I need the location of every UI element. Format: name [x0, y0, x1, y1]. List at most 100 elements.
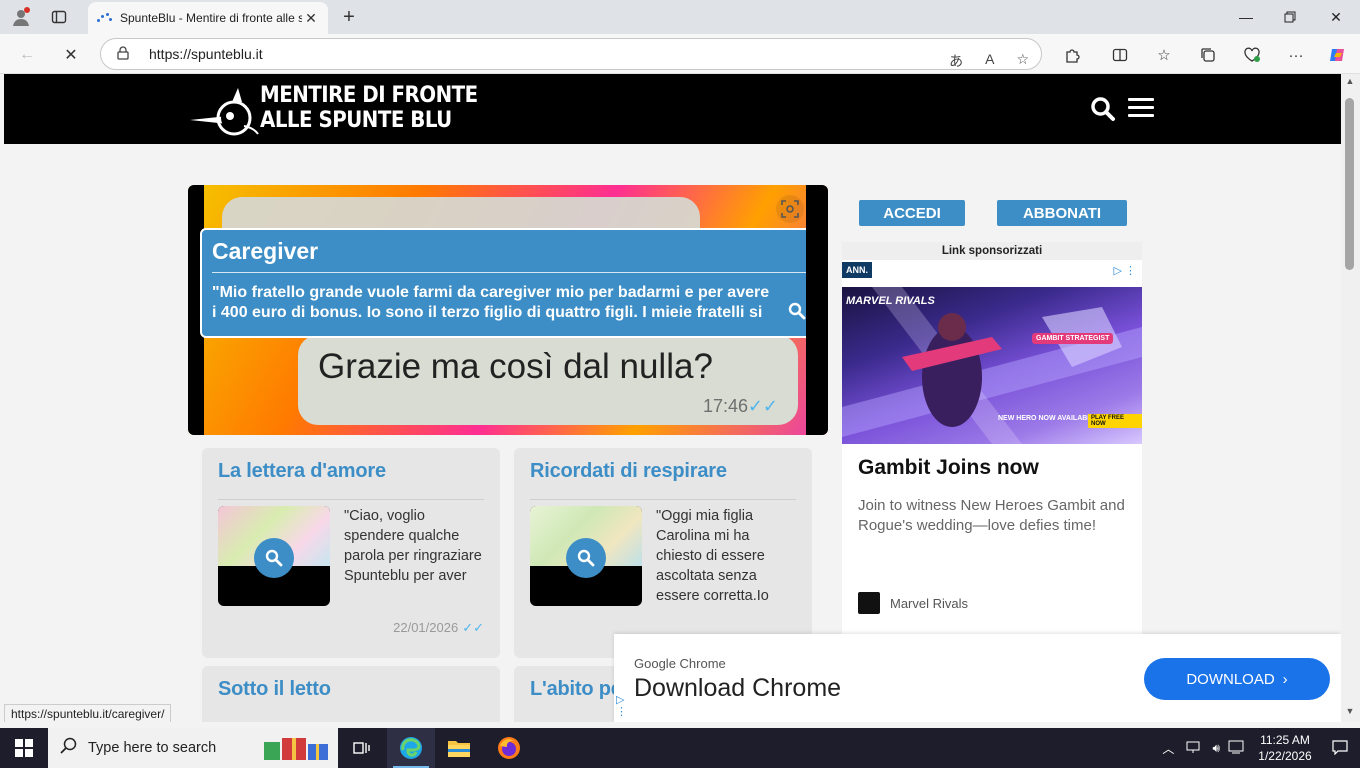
hamburger-menu-icon[interactable]: [1128, 98, 1154, 118]
search-highlight-gifts-icon: [262, 734, 332, 766]
settings-more-icon[interactable]: ···: [1284, 43, 1308, 67]
search-placeholder: Type here to search: [88, 740, 217, 756]
card-title[interactable]: Ricordati di respirare: [530, 460, 796, 500]
clock-time: 11:25 AM: [1260, 733, 1310, 747]
ad-badge: ANN.: [842, 262, 872, 278]
subscribe-button[interactable]: ABBONATI: [997, 200, 1127, 226]
blue-ticks-icon: ✓✓: [747, 396, 778, 416]
promo-title[interactable]: Download Chrome: [634, 674, 841, 703]
chat-time: 17:46: [702, 396, 748, 416]
ad-image[interactable]: MARVEL RIVALS GAMBIT STRATEGIST NEW HERO…: [842, 287, 1142, 444]
taskbar-search-input[interactable]: Type here to search: [48, 728, 338, 768]
ad-description: Join to witness New Heroes Gambit and Ro…: [858, 497, 1125, 534]
chat-bubble-main: Grazie ma così dal nulla? 17:46 ✓✓: [298, 335, 798, 425]
tab-spunteblu[interactable]: SpunteBlu - Mentire di fronte alle spunt…: [88, 2, 328, 34]
tab-title: SpunteBlu - Mentire di fronte alle spunt…: [120, 11, 302, 25]
logo-line-2: ALLE SPUNTE BLU: [260, 108, 452, 133]
ad-headline[interactable]: Gambit Joins now: [858, 456, 1039, 480]
extensions-icon[interactable]: [1060, 43, 1084, 67]
marvel-rivals-logo-icon: [858, 592, 880, 614]
hero-search-icon[interactable]: [788, 302, 806, 320]
ad-choices-icon[interactable]: ▷ ⋮: [1113, 264, 1136, 277]
card-title[interactable]: La lettera d'amore: [218, 460, 484, 500]
header-search-icon[interactable]: [1090, 96, 1116, 122]
taskbar-clock[interactable]: 11:25 AM 1/22/2026: [1250, 732, 1320, 764]
hero-title[interactable]: Caregiver: [212, 238, 806, 273]
volume-icon[interactable]: 🔊︎: [1212, 741, 1220, 756]
ad-choices-icon[interactable]: ▷ ⋮: [616, 694, 627, 718]
card-thumbnail[interactable]: [530, 506, 642, 606]
edge-taskbar-icon[interactable]: [387, 728, 435, 768]
article-card[interactable]: Ricordati di respirare "Oggi mia figlia …: [514, 448, 812, 658]
browser-essentials-icon[interactable]: [1240, 43, 1264, 67]
translate-icon[interactable]: あ: [949, 51, 963, 71]
ad-image-caption: NEW HERO NOW AVAILABLE: [998, 415, 1097, 422]
card-excerpt: "Ciao, voglio spendere qualche parola pe…: [344, 508, 482, 584]
ad-game-logo: MARVEL RIVALS: [846, 295, 935, 307]
read-aloud-icon[interactable]: A: [985, 51, 994, 71]
logo-line-1: MENTIRE DI FRONTE: [260, 83, 478, 108]
restore-icon[interactable]: [1268, 4, 1312, 30]
split-screen-icon[interactable]: [1108, 43, 1132, 67]
profile-icon[interactable]: [10, 6, 32, 28]
copilot-icon[interactable]: [1326, 43, 1350, 67]
spunteblu-favicon-icon: [96, 10, 112, 26]
scroll-up-icon[interactable]: ▲: [1344, 76, 1356, 86]
task-view-icon[interactable]: [338, 728, 386, 768]
article-card[interactable]: La lettera d'amore "Ciao, voglio spender…: [202, 448, 500, 658]
ad-header: Link sponsorizzati: [842, 242, 1142, 260]
tab-actions-icon[interactable]: [48, 6, 70, 28]
site-logo[interactable]: MENTIRE DI FRONTE ALLE SPUNTE BLU: [188, 80, 478, 136]
minimize-icon[interactable]: —: [1224, 4, 1268, 30]
article-card[interactable]: Sotto il letto: [202, 666, 500, 722]
thumbnail-search-icon[interactable]: [566, 538, 606, 578]
clock-date: 1/22/2026: [1258, 749, 1312, 763]
card-excerpt: "Oggi mia figlia Carolina mi ha chiesto …: [656, 508, 769, 604]
ad-hero-tag: GAMBIT STRATEGIST: [1032, 333, 1114, 344]
hero-caption[interactable]: Caregiver "Mio fratello grande vuole far…: [200, 228, 818, 338]
close-window-icon[interactable]: ✕: [1314, 4, 1358, 30]
notifications-icon[interactable]: [1320, 739, 1360, 758]
visual-search-icon[interactable]: [776, 195, 804, 223]
back-icon[interactable]: ←: [14, 42, 40, 68]
scroll-thumb[interactable]: [1345, 98, 1354, 270]
address-toolbar: ← ✕ https://spunteblu.it あ A ☆ ☆ ···: [0, 34, 1360, 74]
favorites-icon[interactable]: ☆: [1152, 43, 1176, 67]
chevron-up-icon[interactable]: ︿: [1162, 740, 1174, 757]
new-tab-icon[interactable]: +: [338, 6, 360, 28]
download-button[interactable]: DOWNLOAD ›: [1144, 658, 1330, 700]
card-title[interactable]: Sotto il letto: [218, 678, 484, 717]
firefox-icon[interactable]: [485, 728, 533, 768]
hero-article[interactable]: Grazie ma così dal nulla? 17:46 ✓✓ Careg…: [188, 185, 828, 435]
ad-image-cta[interactable]: PLAY FREE NOW: [1088, 414, 1142, 428]
input-indicator-icon[interactable]: [1228, 740, 1244, 757]
url-input[interactable]: https://spunteblu.it あ A ☆: [100, 38, 1042, 70]
file-explorer-icon[interactable]: [435, 728, 483, 768]
browser-tab-bar: SpunteBlu - Mentire di fronte alle spunt…: [0, 0, 1360, 34]
hero-excerpt: "Mio fratello grande vuole farmi da care…: [212, 284, 770, 321]
windows-taskbar: Type here to search ︿ 🔊︎ 11:25 AM 1/22/2…: [0, 728, 1360, 768]
thumbnail-search-icon[interactable]: [254, 538, 294, 578]
bird-logo-icon: [188, 80, 260, 136]
site-header: MENTIRE DI FRONTE ALLE SPUNTE BLU: [4, 74, 1341, 144]
url-text: https://spunteblu.it: [149, 46, 263, 62]
chat-message: Grazie ma così dal nulla?: [318, 347, 713, 386]
chrome-download-ad[interactable]: Google Chrome Download Chrome DOWNLOAD › …: [614, 634, 1341, 722]
login-button[interactable]: ACCEDI: [859, 200, 965, 226]
promo-brand: Google Chrome: [634, 656, 726, 671]
scroll-down-icon[interactable]: ▼: [1344, 706, 1356, 716]
page-scrollbar[interactable]: ▲ ▼: [1341, 74, 1360, 722]
ad-brand-name: Marvel Rivals: [890, 595, 969, 611]
sponsored-ad[interactable]: Link sponsorizzati ANN. ▷ ⋮ MARVEL RIVAL…: [842, 242, 1142, 642]
ad-brand[interactable]: Marvel Rivals: [858, 592, 968, 614]
network-icon[interactable]: [1186, 740, 1200, 757]
system-tray: ︿ 🔊︎ 11:25 AM 1/22/2026: [1162, 728, 1360, 768]
favorite-star-icon[interactable]: ☆: [1016, 51, 1029, 71]
windows-start-icon[interactable]: [0, 728, 48, 768]
collections-icon[interactable]: [1196, 43, 1220, 67]
stop-loading-icon[interactable]: ✕: [58, 42, 84, 68]
chevron-right-icon: ›: [1282, 670, 1288, 688]
close-tab-icon[interactable]: ✕: [302, 10, 320, 27]
card-thumbnail[interactable]: [218, 506, 330, 606]
lock-icon: [117, 45, 131, 63]
